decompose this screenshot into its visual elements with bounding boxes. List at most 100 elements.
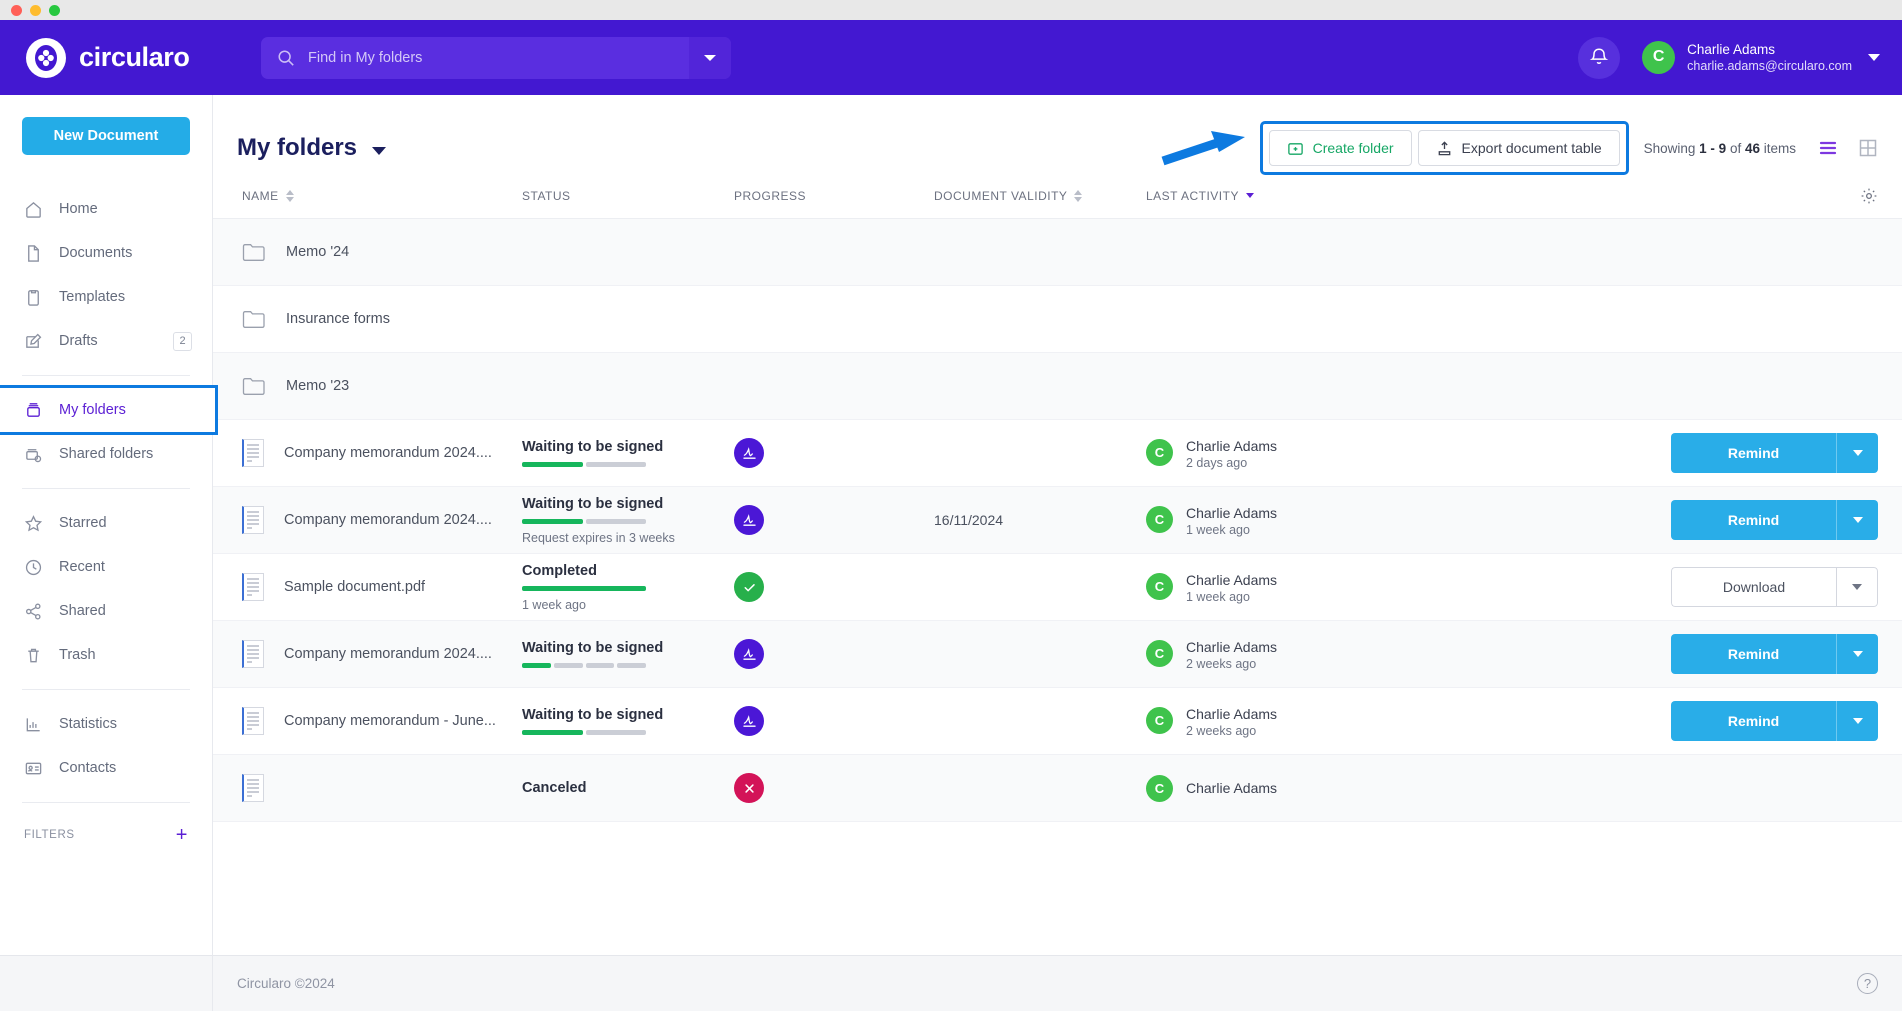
sort-desc-icon	[1246, 193, 1254, 198]
circularo-logo-icon	[26, 38, 66, 78]
sidebar-item-drafts[interactable]: Drafts 2	[0, 319, 212, 363]
window-maximize-button[interactable]	[49, 5, 60, 16]
avatar: C	[1146, 439, 1173, 466]
signature-icon	[734, 706, 764, 736]
avatar: C	[1146, 506, 1173, 533]
status-sublabel: 1 week ago	[522, 598, 734, 612]
document-file-icon	[242, 774, 264, 802]
app-footer: Circularo ©2024 ?	[213, 955, 1902, 1011]
column-header-progress[interactable]: PROGRESS	[734, 189, 934, 203]
item-name: Sample document.pdf	[284, 579, 425, 595]
chevron-down-icon	[1853, 517, 1863, 523]
page-title-group[interactable]: My folders	[237, 134, 386, 162]
brand-logo[interactable]: circularo	[26, 38, 208, 78]
folder-row[interactable]: Insurance forms	[213, 286, 1902, 353]
sidebar-item-my-folders[interactable]: My folders	[0, 388, 215, 432]
activity-time: 1 week ago	[1186, 523, 1277, 537]
sidebar-item-shared[interactable]: Shared	[0, 589, 212, 633]
row-action-dropdown[interactable]	[1836, 500, 1878, 540]
column-header-document-validity[interactable]: DOCUMENT VALIDITY	[934, 189, 1146, 203]
showing-total: 46	[1745, 141, 1760, 156]
chevron-down-icon	[372, 147, 386, 155]
row-action-dropdown[interactable]	[1836, 433, 1878, 473]
sidebar-item-statistics[interactable]: Statistics	[0, 702, 212, 746]
column-header-name[interactable]: NAME	[237, 189, 522, 203]
user-email: charlie.adams@circularo.com	[1687, 58, 1852, 74]
main-content: My folders	[213, 95, 1902, 1011]
contact-card-icon	[24, 759, 43, 778]
last-activity-cell: CCharlie Adams2 days ago	[1146, 436, 1391, 470]
avatar: C	[1146, 775, 1173, 802]
progress-cell	[734, 706, 934, 736]
row-action-dropdown[interactable]	[1836, 701, 1878, 741]
status-label: Canceled	[522, 780, 734, 796]
sidebar-item-trash[interactable]: Trash	[0, 633, 212, 677]
document-row[interactable]: Company memorandum 2024....Waiting to be…	[213, 487, 1902, 554]
clock-icon	[24, 558, 43, 577]
table-settings-button[interactable]	[1391, 187, 1878, 205]
window-close-button[interactable]	[11, 5, 22, 16]
document-row[interactable]: Company memorandum 2024.... Waiting to be…	[213, 420, 1902, 487]
new-document-button[interactable]: New Document	[22, 117, 190, 155]
activity-time: 2 days ago	[1186, 456, 1277, 470]
remind-button[interactable]: Remind	[1671, 500, 1836, 540]
sidebar-item-contacts[interactable]: Contacts	[0, 746, 212, 790]
search-icon	[277, 49, 295, 67]
sidebar-item-label: Drafts	[59, 333, 157, 349]
sidebar-item-starred[interactable]: Starred	[0, 501, 212, 545]
progress-cell	[734, 438, 934, 468]
search-input[interactable]	[295, 50, 689, 66]
header-right-cluster: C Charlie Adams charlie.adams@circularo.…	[1578, 37, 1880, 79]
user-menu[interactable]: C Charlie Adams charlie.adams@circularo.…	[1642, 41, 1880, 75]
search-scope-dropdown[interactable]	[689, 37, 731, 79]
chevron-down-icon	[1852, 584, 1862, 590]
sort-icon	[1074, 190, 1082, 202]
row-action-dropdown[interactable]	[1836, 634, 1878, 674]
remind-button[interactable]: Remind	[1671, 634, 1836, 674]
row-action-dropdown[interactable]	[1836, 567, 1878, 607]
sidebar-item-shared-folders[interactable]: Shared folders	[0, 432, 212, 476]
status-cell: Waiting to be signed	[522, 439, 734, 467]
row-action-group: Remind	[1671, 500, 1878, 540]
signature-icon	[734, 438, 764, 468]
export-document-table-button[interactable]: Export document table	[1418, 130, 1620, 166]
row-action-group: Remind	[1671, 701, 1878, 741]
folder-row[interactable]: Memo '23	[213, 353, 1902, 420]
document-row[interactable]: Company memorandum - June...Waiting to b…	[213, 688, 1902, 755]
add-filter-button[interactable]: +	[176, 825, 188, 845]
sidebar-item-label: Home	[59, 201, 212, 217]
grid-view-button[interactable]	[1858, 138, 1878, 158]
document-file-icon	[242, 506, 264, 534]
notifications-button[interactable]	[1578, 37, 1620, 79]
window-minimize-button[interactable]	[30, 5, 41, 16]
folder-icon	[242, 309, 266, 329]
drafts-count-badge: 2	[173, 332, 192, 351]
cancel-icon	[734, 773, 764, 803]
sidebar-item-templates[interactable]: Templates	[0, 275, 212, 319]
document-row[interactable]: Company memorandum 2024....Waiting to be…	[213, 621, 1902, 688]
sidebar-item-label: Recent	[59, 559, 212, 575]
download-button[interactable]: Download	[1671, 567, 1836, 607]
chevron-down-icon	[1853, 651, 1863, 657]
document-row[interactable]: Sample document.pdfCompleted1 week agoCC…	[213, 554, 1902, 621]
sidebar-item-recent[interactable]: Recent	[0, 545, 212, 589]
remind-button[interactable]: Remind	[1671, 701, 1836, 741]
item-name: Company memorandum 2024....	[284, 445, 492, 461]
activity-info: Charlie Adams1 week ago	[1186, 503, 1277, 537]
folder-actions-highlight: Create folder Export document table	[1263, 124, 1626, 172]
create-folder-button[interactable]: Create folder	[1269, 130, 1412, 166]
list-view-button[interactable]	[1818, 139, 1838, 157]
sidebar-divider	[22, 802, 190, 803]
sidebar-item-documents[interactable]: Documents	[0, 231, 212, 275]
help-icon[interactable]: ?	[1857, 973, 1878, 994]
status-cell: Canceled	[522, 780, 734, 796]
document-row[interactable]: CanceledCCharlie Adams	[213, 755, 1902, 822]
activity-info: Charlie Adams2 weeks ago	[1186, 704, 1277, 738]
sidebar-item-home[interactable]: Home	[0, 187, 212, 231]
remind-button[interactable]: Remind	[1671, 433, 1836, 473]
column-header-status[interactable]: STATUS	[522, 189, 734, 203]
name-cell: Company memorandum 2024....	[237, 439, 522, 467]
column-header-last-activity[interactable]: LAST ACTIVITY	[1146, 189, 1391, 203]
folder-row[interactable]: Memo '24	[213, 219, 1902, 286]
global-search[interactable]	[261, 37, 731, 79]
